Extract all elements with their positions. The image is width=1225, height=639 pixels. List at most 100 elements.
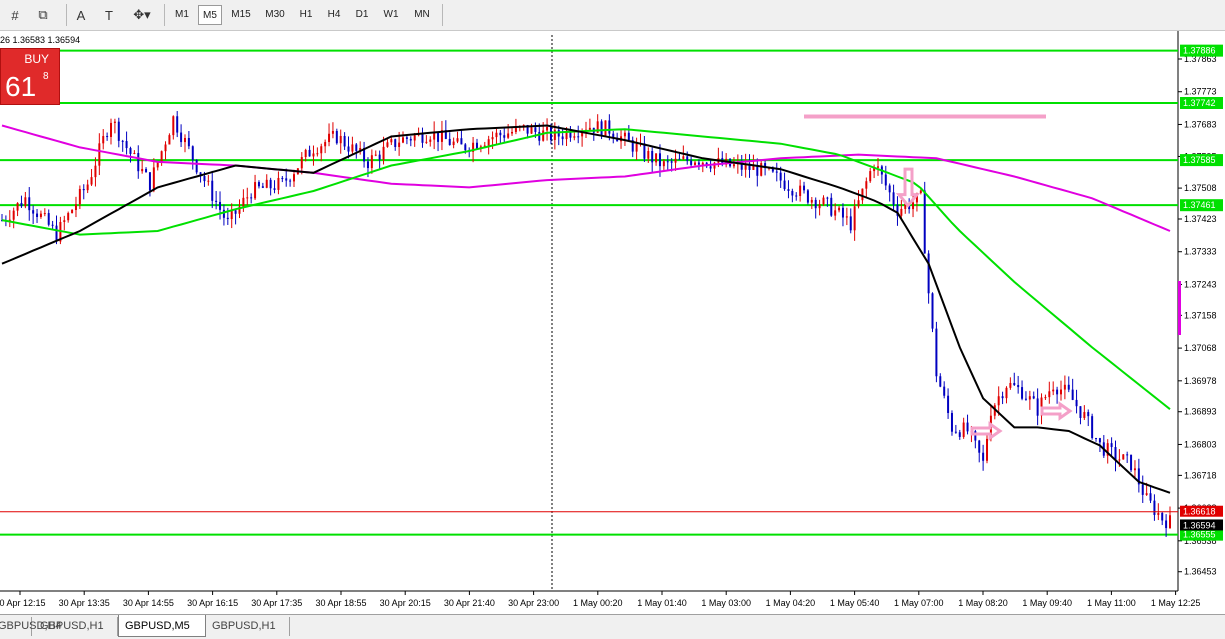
- candle-body: [682, 156, 685, 159]
- candle-body: [838, 207, 841, 211]
- timeframe-m15-button[interactable]: M15: [226, 5, 256, 25]
- buy-button[interactable]: BUY 61 8: [0, 48, 60, 105]
- candle-body: [133, 153, 136, 155]
- timeframe-h1-button[interactable]: H1: [294, 5, 318, 25]
- candle-body: [690, 160, 693, 165]
- arrows-icon[interactable]: ✥▾: [128, 5, 156, 25]
- candle-body: [834, 210, 837, 216]
- price-chart[interactable]: 1.378631.377731.376831.375951.375081.374…: [0, 31, 1225, 614]
- y-tick-label: 1.37333: [1184, 247, 1217, 257]
- candle-body: [339, 135, 342, 144]
- candle-body: [94, 165, 97, 178]
- candle-body: [954, 431, 957, 433]
- candle-body: [125, 141, 128, 149]
- candle-body: [709, 166, 712, 169]
- buy-price: 61: [5, 71, 37, 102]
- candle-body: [814, 199, 817, 209]
- candle-body: [55, 225, 58, 242]
- period-separator-icon[interactable]: ⧉: [32, 5, 54, 25]
- candle-body: [787, 189, 790, 191]
- candle-body: [374, 154, 377, 156]
- chart-area[interactable]: 1.378631.377731.376831.375951.375081.374…: [0, 31, 1225, 614]
- text-label-icon[interactable]: T: [98, 5, 120, 25]
- x-tick-label: 30 Apr 14:55: [123, 598, 174, 608]
- candle-body: [24, 197, 27, 207]
- candle-body: [857, 200, 860, 207]
- candle-body: [1083, 412, 1086, 418]
- y-tick-label: 1.37683: [1184, 119, 1217, 129]
- candle-body: [869, 171, 872, 182]
- candle-body: [234, 210, 237, 214]
- candle-body: [382, 146, 385, 160]
- candle-body: [1017, 385, 1020, 388]
- text-icon[interactable]: A: [70, 5, 92, 25]
- candle-body: [912, 202, 915, 210]
- price-line-label: 1.36618: [1183, 507, 1216, 517]
- level-price-label: 1.37461: [1183, 200, 1216, 210]
- candle-body: [39, 213, 42, 217]
- toolbar-separator: [164, 4, 165, 26]
- candle-body: [429, 139, 432, 142]
- candle-body: [409, 138, 412, 141]
- grid-icon[interactable]: #: [4, 5, 26, 25]
- candle-body: [246, 197, 249, 199]
- candle-body: [799, 185, 802, 197]
- candle-body: [1001, 396, 1004, 399]
- timeframe-m1-button[interactable]: M1: [170, 5, 194, 25]
- candle-body: [1153, 500, 1156, 515]
- candle-body: [300, 157, 303, 169]
- chart-tab[interactable]: GBPUSD,H1: [34, 617, 118, 636]
- candle-body: [1075, 399, 1078, 407]
- candle-body: [425, 141, 428, 143]
- candle-body: [113, 121, 116, 123]
- chart-tab[interactable]: GBPUSD,M5: [118, 615, 206, 637]
- candle-body: [347, 146, 350, 152]
- candle-body: [845, 216, 848, 218]
- candle-body: [390, 139, 393, 143]
- candle-body: [939, 376, 942, 387]
- timeframe-mn-button[interactable]: MN: [408, 5, 436, 25]
- candle-body: [530, 127, 533, 134]
- candle-body: [623, 132, 626, 137]
- candle-body: [28, 197, 31, 211]
- candle-body: [1052, 389, 1055, 392]
- timeframe-d1-button[interactable]: D1: [350, 5, 374, 25]
- candle-body: [475, 142, 478, 149]
- chart-tab[interactable]: GBPUSD,H4: [0, 617, 62, 636]
- candle-body: [378, 154, 381, 160]
- candle-body: [1098, 438, 1101, 443]
- candle-body: [36, 213, 39, 217]
- x-tick-label: 1 May 11:00: [1087, 598, 1136, 608]
- candle-body: [176, 116, 179, 133]
- candle-body: [1169, 515, 1171, 529]
- y-tick-label: 1.36978: [1184, 376, 1217, 386]
- candle-body: [343, 135, 346, 147]
- candle-body: [261, 186, 264, 188]
- candle-body: [183, 138, 186, 143]
- candle-body: [986, 438, 989, 461]
- candle-body: [355, 144, 358, 151]
- x-tick-label: 30 Apr 16:15: [187, 598, 238, 608]
- candle-body: [655, 153, 658, 163]
- candle-body: [1145, 493, 1148, 495]
- candle-body: [1149, 493, 1152, 501]
- level-price-label: 1.37886: [1183, 46, 1216, 56]
- candle-body: [546, 127, 549, 131]
- candle-body: [943, 386, 946, 396]
- timeframe-m5-button[interactable]: M5: [198, 5, 222, 25]
- candle-body: [1021, 387, 1024, 399]
- candle-body: [962, 422, 965, 437]
- candle-body: [647, 150, 650, 159]
- candle-body: [215, 200, 218, 202]
- candle-body: [919, 190, 922, 194]
- candle-body: [67, 213, 70, 221]
- y-tick-label: 1.36453: [1184, 567, 1217, 577]
- timeframe-w1-button[interactable]: W1: [378, 5, 404, 25]
- chart-tab[interactable]: GBPUSD,H1: [206, 617, 290, 636]
- timeframe-m30-button[interactable]: M30: [260, 5, 290, 25]
- candle-body: [1059, 389, 1062, 395]
- timeframe-h4-button[interactable]: H4: [322, 5, 346, 25]
- candle-body: [534, 127, 537, 132]
- candle-body: [265, 179, 268, 188]
- candle-body: [324, 142, 327, 147]
